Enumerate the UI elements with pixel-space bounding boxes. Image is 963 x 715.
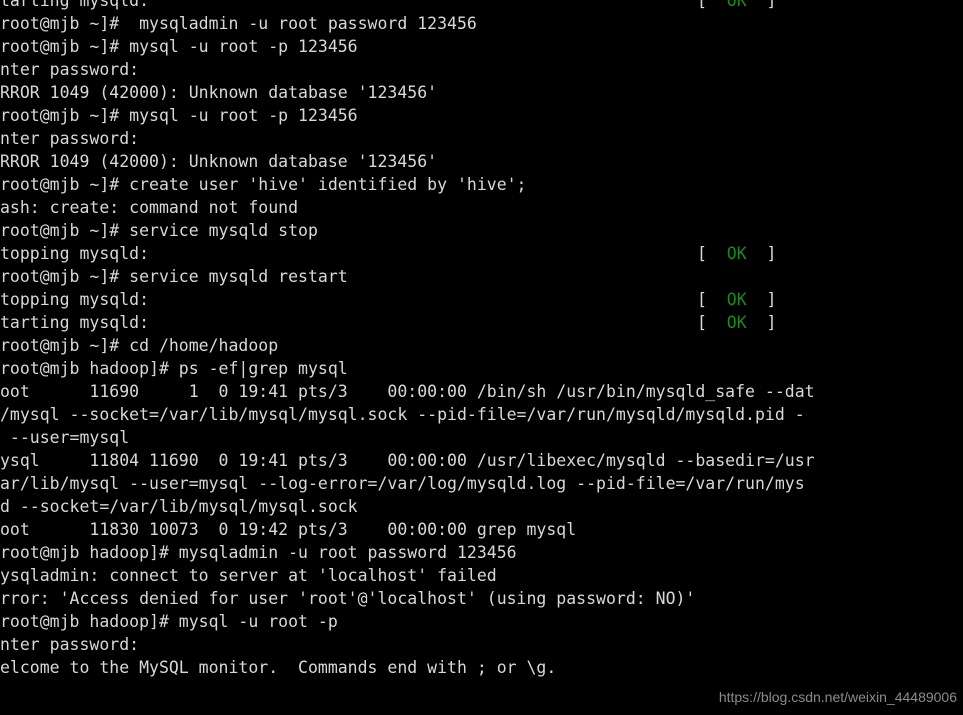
terminal-line: ar/lib/mysql --user=mysql --log-error=/v… — [0, 472, 963, 495]
terminal-line: nter password: — [0, 58, 963, 81]
terminal-line-text: RROR 1049 (42000): Unknown database '123… — [0, 152, 438, 171]
terminal-line: elcome to the MySQL monitor. Commands en… — [0, 656, 963, 679]
terminal-line-text: root@mjb ~]# mysql -u root -p 123456 — [0, 106, 358, 125]
service-status-ok: [ OK ] — [697, 0, 776, 12]
status-ok-label: OK — [706, 313, 767, 332]
terminal-window[interactable]: tarting mysqld: [ OK ] root@mjb ~]# mysqla… — [0, 0, 963, 715]
terminal-line-text: nter password: — [0, 635, 140, 654]
terminal-line: tarting mysqld: [ OK ] — [0, 311, 963, 334]
status-bracket-close: ] — [766, 313, 777, 332]
terminal-line: root@mjb ~]# mysql -u root -p 123456 — [0, 35, 963, 58]
watermark-text: https://blog.csdn.net/weixin_44489006 — [718, 689, 957, 705]
terminal-line: ash: create: command not found — [0, 196, 963, 219]
terminal-line: nter password: — [0, 633, 963, 656]
terminal-line: root@mjb ~]# service mysqld stop — [0, 219, 963, 242]
terminal-line-text: tarting mysqld: — [0, 0, 150, 10]
terminal-line-text: nter password: — [0, 60, 140, 79]
terminal-line-text: root@mjb hadoop]# mysqladmin -u root pas… — [0, 543, 517, 562]
terminal-line: root@mjb ~]# mysql -u root -p 123456 — [0, 104, 963, 127]
terminal-line-text: tarting mysqld: — [0, 313, 150, 332]
terminal-line: topping mysqld: [ OK ] — [0, 288, 963, 311]
terminal-line: ysqladmin: connect to server at 'localho… — [0, 564, 963, 587]
terminal-line-text: topping mysqld: — [0, 244, 150, 263]
terminal-line: root@mjb ~]# service mysqld restart — [0, 265, 963, 288]
status-ok-label: OK — [706, 244, 767, 263]
terminal-line: RROR 1049 (42000): Unknown database '123… — [0, 150, 963, 173]
terminal-line: RROR 1049 (42000): Unknown database '123… — [0, 81, 963, 104]
terminal-line-text: root@mjb ~]# mysql -u root -p 123456 — [0, 37, 358, 56]
terminal-line-text: topping mysqld: — [0, 290, 150, 309]
status-bracket-close: ] — [766, 0, 777, 10]
status-bracket-open: [ — [697, 244, 707, 263]
terminal-line-text: rror: 'Access denied for user 'root'@'lo… — [0, 589, 696, 608]
terminal-line-text: ysqladmin: connect to server at 'localho… — [0, 566, 497, 585]
terminal-line-text: root@mjb hadoop]# ps -ef|grep mysql — [0, 359, 348, 378]
status-bracket-open: [ — [697, 290, 707, 309]
terminal-line: d --socket=/var/lib/mysql/mysql.sock — [0, 495, 963, 518]
terminal-line: ysql 11804 11690 0 19:41 pts/3 00:00:00 … — [0, 449, 963, 472]
terminal-line-text: ar/lib/mysql --user=mysql --log-error=/v… — [0, 474, 805, 493]
terminal-line-text: root@mjb ~]# service mysqld restart — [0, 267, 348, 286]
terminal-line: topping mysqld: [ OK ] — [0, 242, 963, 265]
terminal-line-text: --user=mysql — [0, 428, 130, 447]
status-bracket-open: [ — [697, 313, 707, 332]
terminal-line: oot 11830 10073 0 19:42 pts/3 00:00:00 g… — [0, 518, 963, 541]
terminal-line: --user=mysql — [0, 426, 963, 449]
terminal-line: root@mjb ~]# mysqladmin -u root password… — [0, 12, 963, 35]
status-bracket-close: ] — [766, 290, 777, 309]
terminal-line-text: root@mjb ~]# mysqladmin -u root password… — [0, 14, 477, 33]
terminal-line-text: d --socket=/var/lib/mysql/mysql.sock — [0, 497, 358, 516]
terminal-line: root@mjb ~]# create user 'hive' identifi… — [0, 173, 963, 196]
terminal-line: nter password: — [0, 127, 963, 150]
terminal-line: root@mjb ~]# cd /home/hadoop — [0, 334, 963, 357]
terminal-line: rror: 'Access denied for user 'root'@'lo… — [0, 587, 963, 610]
service-status-ok: [ OK ] — [697, 288, 776, 311]
terminal-line: tarting mysqld: [ OK ] — [0, 0, 963, 12]
service-status-ok: [ OK ] — [697, 311, 776, 334]
status-ok-label: OK — [706, 0, 767, 10]
terminal-line: root@mjb hadoop]# mysqladmin -u root pas… — [0, 541, 963, 564]
status-bracket-close: ] — [766, 244, 777, 263]
service-status-ok: [ OK ] — [697, 242, 776, 265]
terminal-line-text: oot 11830 10073 0 19:42 pts/3 00:00:00 g… — [0, 520, 577, 539]
terminal-line: oot 11690 1 0 19:41 pts/3 00:00:00 /bin/… — [0, 380, 963, 403]
terminal-output: tarting mysqld: [ OK ] root@mjb ~]# mysqla… — [0, 0, 963, 679]
terminal-line-text: /mysql --socket=/var/lib/mysql/mysql.soc… — [0, 405, 805, 424]
terminal-line-text: elcome to the MySQL monitor. Commands en… — [0, 658, 557, 677]
terminal-line: root@mjb hadoop]# mysql -u root -p — [0, 610, 963, 633]
status-ok-label: OK — [706, 290, 767, 309]
status-bracket-open: [ — [697, 0, 707, 10]
terminal-line-text: root@mjb ~]# create user 'hive' identifi… — [0, 175, 527, 194]
terminal-line-text: nter password: — [0, 129, 140, 148]
terminal-line-text: root@mjb ~]# service mysqld stop — [0, 221, 318, 240]
terminal-line-text: root@mjb hadoop]# mysql -u root -p — [0, 612, 338, 631]
terminal-line-text: ash: create: command not found — [0, 198, 299, 217]
terminal-line-text: oot 11690 1 0 19:41 pts/3 00:00:00 /bin/… — [0, 382, 815, 401]
terminal-line-text: ysql 11804 11690 0 19:41 pts/3 00:00:00 … — [0, 451, 815, 470]
terminal-line-text: RROR 1049 (42000): Unknown database '123… — [0, 83, 438, 102]
terminal-line: /mysql --socket=/var/lib/mysql/mysql.soc… — [0, 403, 963, 426]
terminal-line-text: root@mjb ~]# cd /home/hadoop — [0, 336, 279, 355]
terminal-line: root@mjb hadoop]# ps -ef|grep mysql — [0, 357, 963, 380]
